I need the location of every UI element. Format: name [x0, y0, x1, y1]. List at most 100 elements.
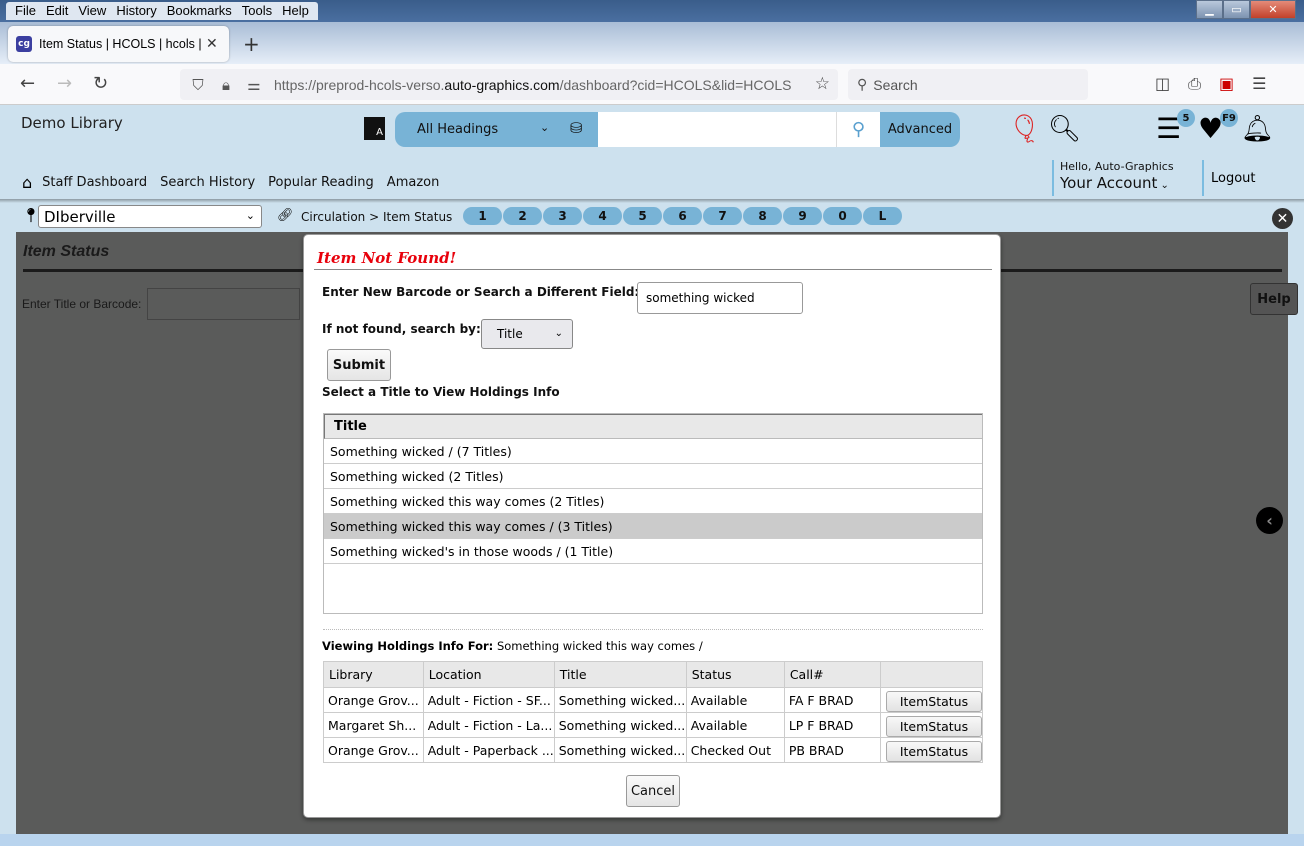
print-icon[interactable]: ⎙ — [1188, 74, 1201, 94]
toolbar-icons: ◫ ⎙ ▣ ☰ — [1155, 74, 1266, 94]
search-icon: ⚲ — [857, 76, 868, 92]
title-list-header: Title — [324, 414, 982, 439]
viewing-holdings-for: Viewing Holdings Info For: Something wic… — [322, 639, 703, 653]
back-icon[interactable]: ← — [20, 73, 35, 94]
extension-icon[interactable]: ▣ — [1219, 74, 1234, 94]
col-library: Library — [323, 661, 424, 688]
browser-navbar: ← → ↻ ⛉ 🔒︎ ⚌ https://preprod-hcols-verso… — [0, 64, 1304, 105]
submit-button[interactable]: Submit — [327, 349, 391, 381]
account-menu[interactable]: Hello, Auto-Graphics Your Account ⌄ — [1052, 160, 1174, 196]
logout-link[interactable]: Logout — [1202, 160, 1256, 196]
nav-amazon[interactable]: Amazon — [387, 175, 440, 190]
bell-icon[interactable]: 🔔︎ — [1241, 114, 1274, 144]
bookmark-star-icon[interactable]: ☆ — [815, 74, 830, 94]
title-list-item[interactable]: Something wicked this way comes (2 Title… — [324, 489, 982, 514]
quick-tab-3[interactable]: 3 — [543, 207, 583, 225]
database-icon[interactable]: ⛁ — [570, 119, 583, 137]
window-close-button[interactable]: ✕ — [1250, 0, 1296, 19]
search-by-value: Title — [497, 327, 523, 341]
cancel-button[interactable]: Cancel — [626, 775, 680, 807]
branch-select[interactable]: DIberville ⌄ — [38, 205, 262, 228]
hot-air-balloon-icon[interactable]: 🎈︎ — [1007, 114, 1043, 144]
help-button[interactable]: Help — [1250, 283, 1298, 315]
holdings-table: Library Location Title Status Call# Oran… — [323, 661, 984, 763]
barcode-input[interactable]: something wicked — [637, 282, 803, 314]
title-list-item[interactable]: Something wicked (2 Titles) — [324, 464, 982, 489]
viewing-value: Something wicked this way comes / — [496, 639, 703, 653]
item-status-button[interactable]: ItemStatus — [885, 740, 982, 762]
browser-tab[interactable]: cg Item Status | HCOLS | hcols | Auto-Gr… — [8, 26, 229, 62]
title-list-item[interactable]: Something wicked's in those woods / (1 T… — [324, 539, 982, 564]
search-icon: ⚲ — [851, 119, 866, 140]
search-by-select[interactable]: Title ⌄ — [481, 319, 573, 349]
hamburger-menu-icon[interactable]: ☰ — [1252, 74, 1266, 94]
quick-tab-6[interactable]: 6 — [663, 207, 703, 225]
title-list-item-selected[interactable]: Something wicked this way comes / (3 Tit… — [324, 514, 982, 539]
favorites-badge: F9 — [1220, 109, 1238, 127]
quick-tab-9[interactable]: 9 — [783, 207, 823, 225]
menu-history[interactable]: History — [111, 2, 161, 20]
nav-search-history[interactable]: Search History — [160, 175, 255, 190]
menu-file[interactable]: File — [10, 2, 41, 20]
quick-tab-7[interactable]: 7 — [703, 207, 743, 225]
tab-title: Item Status | HCOLS | hcols | Auto-Graph… — [39, 37, 204, 51]
cell-location: Adult - Fiction - La... — [422, 712, 555, 738]
viewing-label: Viewing Holdings Info For: — [322, 639, 494, 653]
cell-location: Adult - Fiction - SF... — [422, 687, 555, 713]
cell-title: Something wicked... — [553, 737, 687, 763]
quick-tab-l[interactable]: L — [863, 207, 903, 225]
new-tab-icon[interactable]: + — [243, 32, 260, 56]
quick-tab-2[interactable]: 2 — [503, 207, 543, 225]
chevron-down-icon: ⌄ — [554, 328, 563, 339]
main-nav: ⌂ Staff Dashboard Search History Popular… — [22, 173, 452, 192]
menu-tools[interactable]: Tools — [237, 2, 277, 20]
list-count-badge: 5 — [1177, 109, 1195, 127]
forward-icon[interactable]: → — [57, 73, 72, 94]
quick-tab-1[interactable]: 1 — [463, 207, 503, 225]
quick-tab-8[interactable]: 8 — [743, 207, 783, 225]
menu-edit[interactable]: Edit — [41, 2, 73, 20]
shield-icon[interactable]: ⛉ — [188, 76, 208, 94]
catalog-search-input[interactable] — [598, 112, 836, 147]
maximize-button[interactable]: ▭ — [1223, 0, 1250, 19]
col-action — [879, 661, 984, 688]
quick-tab-5[interactable]: 5 — [623, 207, 663, 225]
search-button[interactable]: ⚲ — [836, 112, 880, 147]
nav-staff-dashboard[interactable]: Staff Dashboard — [42, 175, 147, 190]
reload-icon[interactable]: ↻ — [93, 73, 108, 94]
url-text: https://preprod-hcols-verso.auto-graphic… — [274, 76, 792, 93]
home-icon[interactable]: ⌂ — [22, 173, 32, 192]
item-status-button[interactable]: ItemStatus — [885, 715, 982, 737]
search-group: All Headings ⌄ ⛁ ⚲ Advanced — [395, 112, 960, 147]
menu-help[interactable]: Help — [277, 2, 314, 20]
browser-search-input[interactable]: ⚲ Search — [848, 69, 1088, 100]
minimize-button[interactable]: ▁ — [1196, 0, 1223, 19]
advanced-search-button[interactable]: Advanced — [880, 112, 960, 147]
close-page-icon[interactable]: ✕ — [1272, 208, 1293, 229]
translate-icon[interactable]: A — [364, 117, 385, 140]
chevron-down-icon: ⌄ — [1157, 180, 1169, 191]
cell-call-number: FA F BRAD — [783, 687, 881, 713]
title-list: Title Something wicked / (7 Titles) Some… — [323, 413, 983, 614]
chevron-left-icon[interactable]: ‹ — [1256, 507, 1283, 534]
col-location: Location — [422, 661, 555, 688]
quick-tab-0[interactable]: 0 — [823, 207, 863, 225]
menu-view[interactable]: View — [73, 2, 111, 20]
title-list-item[interactable]: Something wicked / (7 Titles) — [324, 439, 982, 464]
title-barcode-input[interactable] — [147, 288, 300, 320]
cell-location: Adult - Paperback ... — [422, 737, 555, 763]
table-row: Margaret Sh... Adult - Fiction - La... S… — [323, 712, 984, 738]
film-search-icon[interactable]: 🔍︎ — [1048, 114, 1081, 144]
holdings-header-row: Library Location Title Status Call# — [323, 661, 984, 688]
permissions-icon[interactable]: ⚌ — [244, 76, 264, 94]
menu-bookmarks[interactable]: Bookmarks — [162, 2, 237, 20]
item-status-button[interactable]: ItemStatus — [885, 690, 982, 712]
quick-tab-4[interactable]: 4 — [583, 207, 623, 225]
url-bar[interactable]: ⛉ 🔒︎ ⚌ https://preprod-hcols-verso.auto-… — [180, 69, 838, 100]
nav-popular-reading[interactable]: Popular Reading — [268, 175, 374, 190]
lock-warning-icon[interactable]: 🔒︎ — [216, 76, 236, 94]
close-tab-icon[interactable]: ✕ — [206, 36, 218, 52]
search-scope-select[interactable]: All Headings ⌄ ⛁ — [395, 112, 598, 147]
pocket-icon[interactable]: ◫ — [1155, 74, 1170, 94]
cell-call-number: LP F BRAD — [783, 712, 881, 738]
